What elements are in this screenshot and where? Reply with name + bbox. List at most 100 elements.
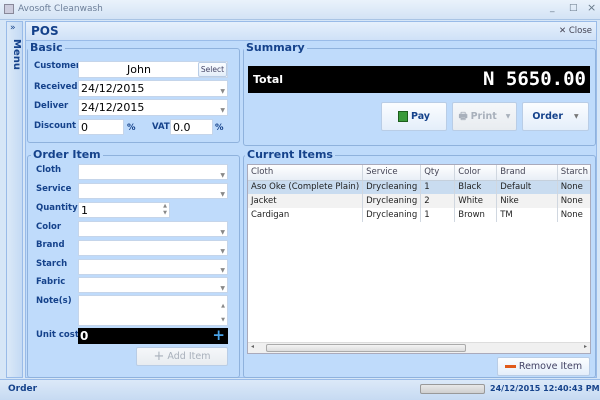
title-bar: Avosoft Cleanwash _ □ ×	[0, 0, 600, 20]
column-header[interactable]: Brand	[496, 165, 558, 181]
discount-unit: %	[127, 123, 136, 133]
fabric-select[interactable]: ▼	[78, 277, 228, 293]
scroll-arrows-icon[interactable]: ▲ ▼	[221, 299, 225, 327]
close-window-button[interactable]: ×	[587, 1, 596, 14]
received-label: Received	[34, 82, 78, 92]
status-bar: Order 24/12/2015 12:40:43 PM ⋰	[0, 379, 600, 400]
table-cell: None	[557, 194, 590, 208]
add-item-button[interactable]: + Add Item	[136, 347, 228, 366]
dropdown-icon[interactable]: ▼	[220, 187, 225, 202]
unit-cost-label: Unit cost	[36, 330, 79, 340]
column-header[interactable]: Qty	[420, 165, 456, 181]
table-cell: TM	[496, 208, 558, 222]
scroll-right-icon[interactable]: ▸	[584, 343, 587, 350]
print-button[interactable]: 🖶 Print ▼	[452, 102, 517, 131]
current-items-title: Current Items	[245, 148, 335, 161]
close-pos-button[interactable]: ✕ Close	[559, 26, 592, 36]
window-title: Avosoft Cleanwash	[18, 4, 103, 14]
table-cell: Drycleaning	[362, 208, 422, 222]
notes-label: Note(s)	[36, 296, 72, 306]
order-item-title: Order Item	[31, 148, 103, 161]
vat-unit: %	[215, 123, 224, 133]
scrollbar-thumb[interactable]	[266, 344, 466, 352]
dropdown-icon[interactable]: ▼	[220, 225, 225, 240]
table-row[interactable]: Jacket Drycleaning 2 White Nike None	[248, 194, 590, 208]
table-cell: Jacket	[248, 194, 364, 208]
color-select[interactable]: ▼	[78, 221, 228, 237]
close-icon: ✕	[559, 26, 567, 36]
starch-label: Starch	[36, 259, 68, 269]
cloth-select[interactable]: ▼	[78, 164, 228, 180]
table-row[interactable]: Aso Oke (Complete Plain) Drycleaning 1 Blac…	[248, 180, 590, 194]
remove-item-button[interactable]: Remove Item	[497, 357, 590, 376]
discount-field[interactable]: 0	[78, 119, 124, 135]
table-header: Cloth Service Qty Color Brand Starch	[248, 165, 590, 181]
quantity-label: Quantity	[36, 203, 78, 213]
progress-bar	[420, 384, 485, 394]
order-button[interactable]: Order ▼	[522, 102, 589, 131]
quantity-stepper[interactable]: 1 ▲ ▼	[78, 202, 170, 218]
pos-header: POS ✕ Close	[26, 22, 596, 41]
menu-sidebar[interactable]: » Menu	[6, 21, 23, 378]
printer-icon: 🖶	[458, 110, 468, 122]
starch-select[interactable]: ▼	[78, 259, 228, 275]
table-cell: Cardigan	[248, 208, 364, 222]
table-cell: Brown	[454, 208, 498, 222]
vat-label: VAT	[152, 122, 170, 132]
table-cell: White	[454, 194, 498, 208]
items-grid[interactable]: Cloth Service Qty Color Brand Starch Aso Oke …	[247, 164, 591, 354]
table-cell: Drycleaning	[362, 180, 422, 194]
expand-icon[interactable]: »	[10, 23, 16, 33]
table-cell: Black	[454, 180, 498, 194]
horizontal-scrollbar[interactable]: ◂ ▸	[248, 342, 590, 353]
minimize-button[interactable]: _	[550, 3, 555, 13]
brand-select[interactable]: ▼	[78, 240, 228, 256]
customer-label: Customer	[34, 61, 81, 71]
column-header[interactable]: Starch	[557, 165, 590, 181]
summary-title: Summary	[244, 41, 307, 54]
total-label: Total	[253, 73, 284, 86]
status-datetime: 24/12/2015 12:40:43 PM	[490, 384, 600, 393]
maximize-button[interactable]: □	[569, 3, 578, 13]
table-row[interactable]: Cardigan Drycleaning 1 Brown TM None	[248, 208, 590, 222]
color-label: Color	[36, 222, 62, 232]
deliver-label: Deliver	[34, 101, 69, 111]
basic-title: Basic	[28, 41, 65, 54]
table-cell: 1	[420, 180, 456, 194]
plus-icon[interactable]: +	[212, 327, 225, 343]
cloth-label: Cloth	[36, 165, 62, 175]
cash-icon	[397, 111, 408, 122]
resize-grip-icon[interactable]: ⋰	[588, 386, 594, 393]
dropdown-icon[interactable]: ▼	[220, 263, 225, 278]
scroll-left-icon[interactable]: ◂	[251, 343, 254, 350]
table-cell: 1	[420, 208, 456, 222]
column-header[interactable]: Service	[362, 165, 422, 181]
spin-arrows-icon[interactable]: ▲ ▼	[163, 203, 167, 217]
service-select[interactable]: ▼	[78, 183, 228, 199]
table-cell: None	[557, 208, 590, 222]
dropdown-icon[interactable]: ▼	[220, 281, 225, 296]
vat-field[interactable]: 0.0	[170, 119, 213, 135]
dropdown-icon[interactable]: ▼	[220, 84, 225, 99]
dropdown-icon: ▼	[574, 113, 579, 120]
table-cell: Drycleaning	[362, 194, 422, 208]
table-cell: None	[557, 180, 590, 194]
received-date-picker[interactable]: 24/12/2015 ▼	[78, 80, 228, 97]
page-title: POS	[31, 24, 59, 38]
select-customer-button[interactable]: Select	[198, 62, 227, 77]
items-table: Cloth Service Qty Color Brand Starch Aso Oke …	[248, 165, 590, 222]
service-label: Service	[36, 184, 72, 194]
dropdown-icon[interactable]: ▼	[220, 168, 225, 183]
summary-group	[243, 48, 596, 146]
column-header[interactable]: Cloth	[248, 165, 364, 181]
column-header[interactable]: Color	[454, 165, 498, 181]
dropdown-icon[interactable]: ▼	[220, 103, 225, 118]
dropdown-icon: ▼	[505, 113, 511, 120]
notes-textarea[interactable]: ▲ ▼	[78, 295, 228, 326]
pay-button[interactable]: Pay	[381, 102, 447, 131]
table-cell: 2	[420, 194, 456, 208]
dropdown-icon[interactable]: ▼	[220, 244, 225, 259]
unit-cost-field[interactable]: 0 +	[78, 327, 228, 344]
deliver-date-picker[interactable]: 24/12/2015 ▼	[78, 99, 228, 116]
minus-icon	[504, 365, 516, 368]
